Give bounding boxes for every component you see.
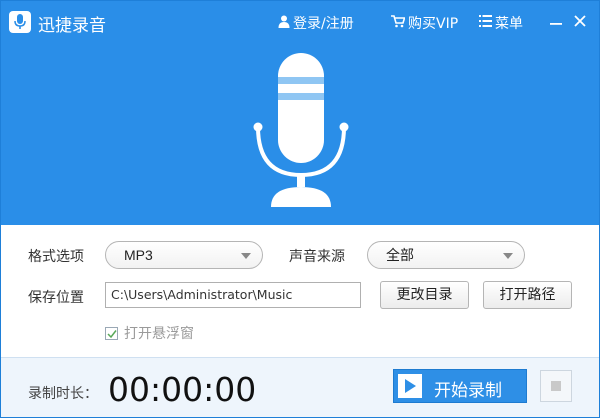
duration-label: 录制时长：: [28, 386, 98, 402]
close-icon: [574, 15, 586, 27]
microphone-icon: [9, 11, 31, 33]
cart-icon: [391, 14, 406, 32]
microphone-icon: [253, 53, 349, 207]
play-icon: [405, 379, 416, 393]
menu-label: 菜单: [495, 16, 523, 32]
menu-icon: [479, 15, 492, 31]
source-select-value: 全部: [386, 247, 414, 263]
start-recording-label: 开始录制: [434, 381, 502, 401]
format-select-value: MP3: [124, 247, 153, 263]
minimize-button[interactable]: [547, 12, 565, 30]
app-title: 迅捷录音: [38, 16, 106, 36]
open-path-button[interactable]: 打开路径: [483, 281, 572, 309]
save-path-field[interactable]: C:\Users\Administrator\Music: [105, 282, 361, 308]
start-recording-button[interactable]: 开始录制: [393, 369, 527, 403]
play-icon-box: [398, 374, 422, 398]
recorder-window: 迅捷录音 登录/注册 购买VIP 菜单 格式选项 MP3 声音来源 全部 保存位…: [0, 0, 600, 418]
float-window-checkbox[interactable]: [105, 326, 118, 340]
buy-vip-link[interactable]: 购买VIP: [391, 13, 458, 33]
menu-link[interactable]: 菜单: [479, 13, 523, 33]
login-register-label: 登录/注册: [293, 16, 354, 32]
source-select[interactable]: 全部: [367, 241, 525, 269]
format-select[interactable]: MP3: [105, 241, 263, 269]
chevron-down-icon: [241, 253, 251, 259]
header-panel: 迅捷录音 登录/注册 购买VIP 菜单: [1, 1, 599, 225]
check-icon: [107, 329, 117, 338]
stop-icon: [551, 381, 561, 391]
chevron-down-icon: [503, 253, 513, 259]
microphone-illustration: [251, 53, 351, 218]
source-label: 声音来源: [289, 249, 345, 265]
user-icon: [278, 15, 290, 32]
float-window-toggle[interactable]: 打开悬浮窗: [105, 324, 194, 342]
title-bar: 迅捷录音 登录/注册 购买VIP 菜单: [1, 1, 599, 41]
login-register-link[interactable]: 登录/注册: [278, 13, 354, 33]
format-label: 格式选项: [28, 249, 84, 265]
recording-timer: 00:00:00: [108, 370, 257, 409]
minimize-icon: [550, 23, 562, 25]
buy-vip-label: 购买VIP: [408, 16, 459, 32]
close-button[interactable]: [571, 12, 589, 30]
change-directory-button[interactable]: 更改目录: [380, 281, 469, 309]
stop-button[interactable]: [540, 370, 572, 402]
float-window-label: 打开悬浮窗: [124, 326, 194, 342]
bottom-bar: 录制时长： 00:00:00 开始录制: [1, 357, 599, 417]
save-location-label: 保存位置: [28, 290, 84, 306]
